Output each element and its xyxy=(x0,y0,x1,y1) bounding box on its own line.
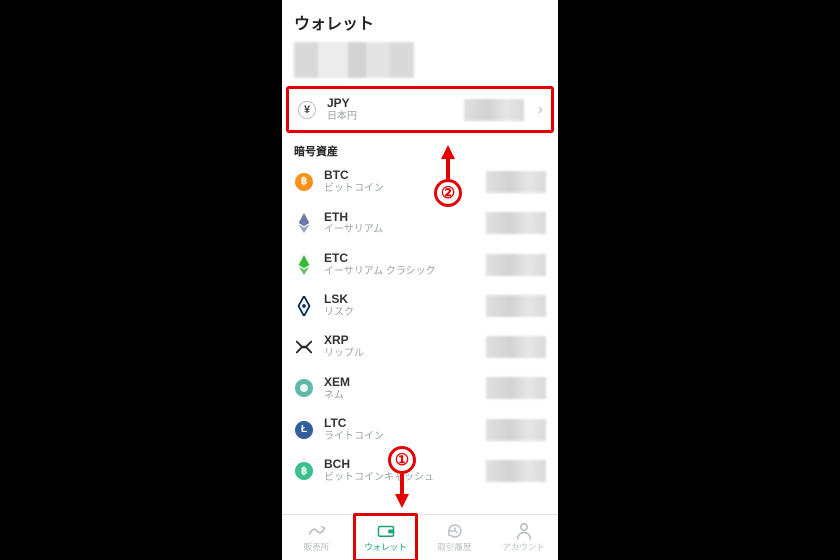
balance-redacted xyxy=(486,295,546,317)
balance-redacted xyxy=(486,212,546,234)
asset-symbol: XRP xyxy=(324,334,364,348)
history-icon xyxy=(446,522,464,540)
nav-tab-exchange[interactable]: 販売所 xyxy=(282,515,351,560)
account-icon xyxy=(515,522,533,540)
xrp-icon xyxy=(294,337,314,357)
wallet-row-jpy[interactable]: ¥ JPY 日本円 › xyxy=(286,86,554,133)
balance-redacted xyxy=(486,419,546,441)
asset-name: ビットコイン xyxy=(324,183,384,195)
asset-symbol: BTC xyxy=(324,169,384,183)
asset-name: ネム xyxy=(324,390,350,402)
annotation-highlight-box xyxy=(353,513,418,560)
asset-name: 日本円 xyxy=(327,111,357,123)
total-balance-redacted xyxy=(294,42,414,78)
nav-label: 取引履歴 xyxy=(437,541,471,553)
xem-icon xyxy=(294,378,314,398)
bottom-nav: 販売所 ウォレット 取引履歴 アカウント xyxy=(282,514,558,560)
yen-icon: ¥ xyxy=(297,100,317,120)
nav-tab-history[interactable]: 取引履歴 xyxy=(420,515,489,560)
asset-name: リップル xyxy=(324,348,364,360)
asset-symbol: ETC xyxy=(324,252,436,266)
asset-symbol: XEM xyxy=(324,376,350,390)
nav-tab-account[interactable]: アカウント xyxy=(489,515,558,560)
wallet-row-bch[interactable]: ฿ BCH ビットコインキャッシュ xyxy=(282,450,558,491)
wallet-row-ltc[interactable]: Ł LTC ライトコイン xyxy=(282,409,558,450)
asset-list: ฿ BTC ビットコイン ETH イーサリアム ETC イーサリアム クラシック… xyxy=(282,161,558,491)
asset-symbol: LSK xyxy=(324,293,354,307)
lsk-icon xyxy=(294,296,314,316)
wallet-row-btc[interactable]: ฿ BTC ビットコイン xyxy=(282,161,558,202)
content-area: ¥ JPY 日本円 › 暗号資産 ฿ BTC ビットコイン ETH イーサリアム… xyxy=(282,40,558,514)
ltc-icon: Ł xyxy=(294,420,314,440)
asset-symbol: BCH xyxy=(324,458,434,472)
balance-redacted xyxy=(486,377,546,399)
total-balance-area xyxy=(282,40,558,84)
btc-icon: ฿ xyxy=(294,172,314,192)
asset-name: ライトコイン xyxy=(324,431,384,443)
app-screen: ウォレット ¥ JPY 日本円 › 暗号資産 ฿ BTC ビットコイン xyxy=(282,0,558,560)
annotation-arrow-down xyxy=(395,494,409,508)
balance-redacted xyxy=(486,171,546,193)
wallet-row-lsk[interactable]: LSK リスク xyxy=(282,285,558,326)
bch-icon: ฿ xyxy=(294,461,314,481)
nav-label: 販売所 xyxy=(304,541,330,553)
wallet-row-xrp[interactable]: XRP リップル xyxy=(282,326,558,367)
asset-symbol: ETH xyxy=(324,211,383,225)
asset-symbol: LTC xyxy=(324,417,384,431)
asset-name: ビットコインキャッシュ xyxy=(324,472,434,484)
chevron-right-icon: › xyxy=(538,101,543,119)
balance-redacted xyxy=(486,460,546,482)
asset-name: イーサリアム xyxy=(324,224,383,236)
nav-tab-wallet[interactable]: ウォレット xyxy=(351,515,420,560)
header: ウォレット xyxy=(282,0,558,40)
etc-icon xyxy=(294,255,314,275)
wallet-row-etc[interactable]: ETC イーサリアム クラシック xyxy=(282,244,558,285)
balance-redacted xyxy=(464,99,524,121)
asset-name: リスク xyxy=(324,307,354,319)
asset-symbol: JPY xyxy=(327,97,357,111)
wallet-row-xem[interactable]: XEM ネム xyxy=(282,368,558,409)
asset-name: イーサリアム クラシック xyxy=(324,266,436,278)
eth-icon xyxy=(294,213,314,233)
section-label-crypto: 暗号資産 xyxy=(282,137,558,161)
trend-icon xyxy=(308,522,326,540)
nav-label: アカウント xyxy=(502,541,545,553)
balance-redacted xyxy=(486,336,546,358)
wallet-row-eth[interactable]: ETH イーサリアム xyxy=(282,203,558,244)
balance-redacted xyxy=(486,254,546,276)
page-title: ウォレット xyxy=(294,10,546,34)
